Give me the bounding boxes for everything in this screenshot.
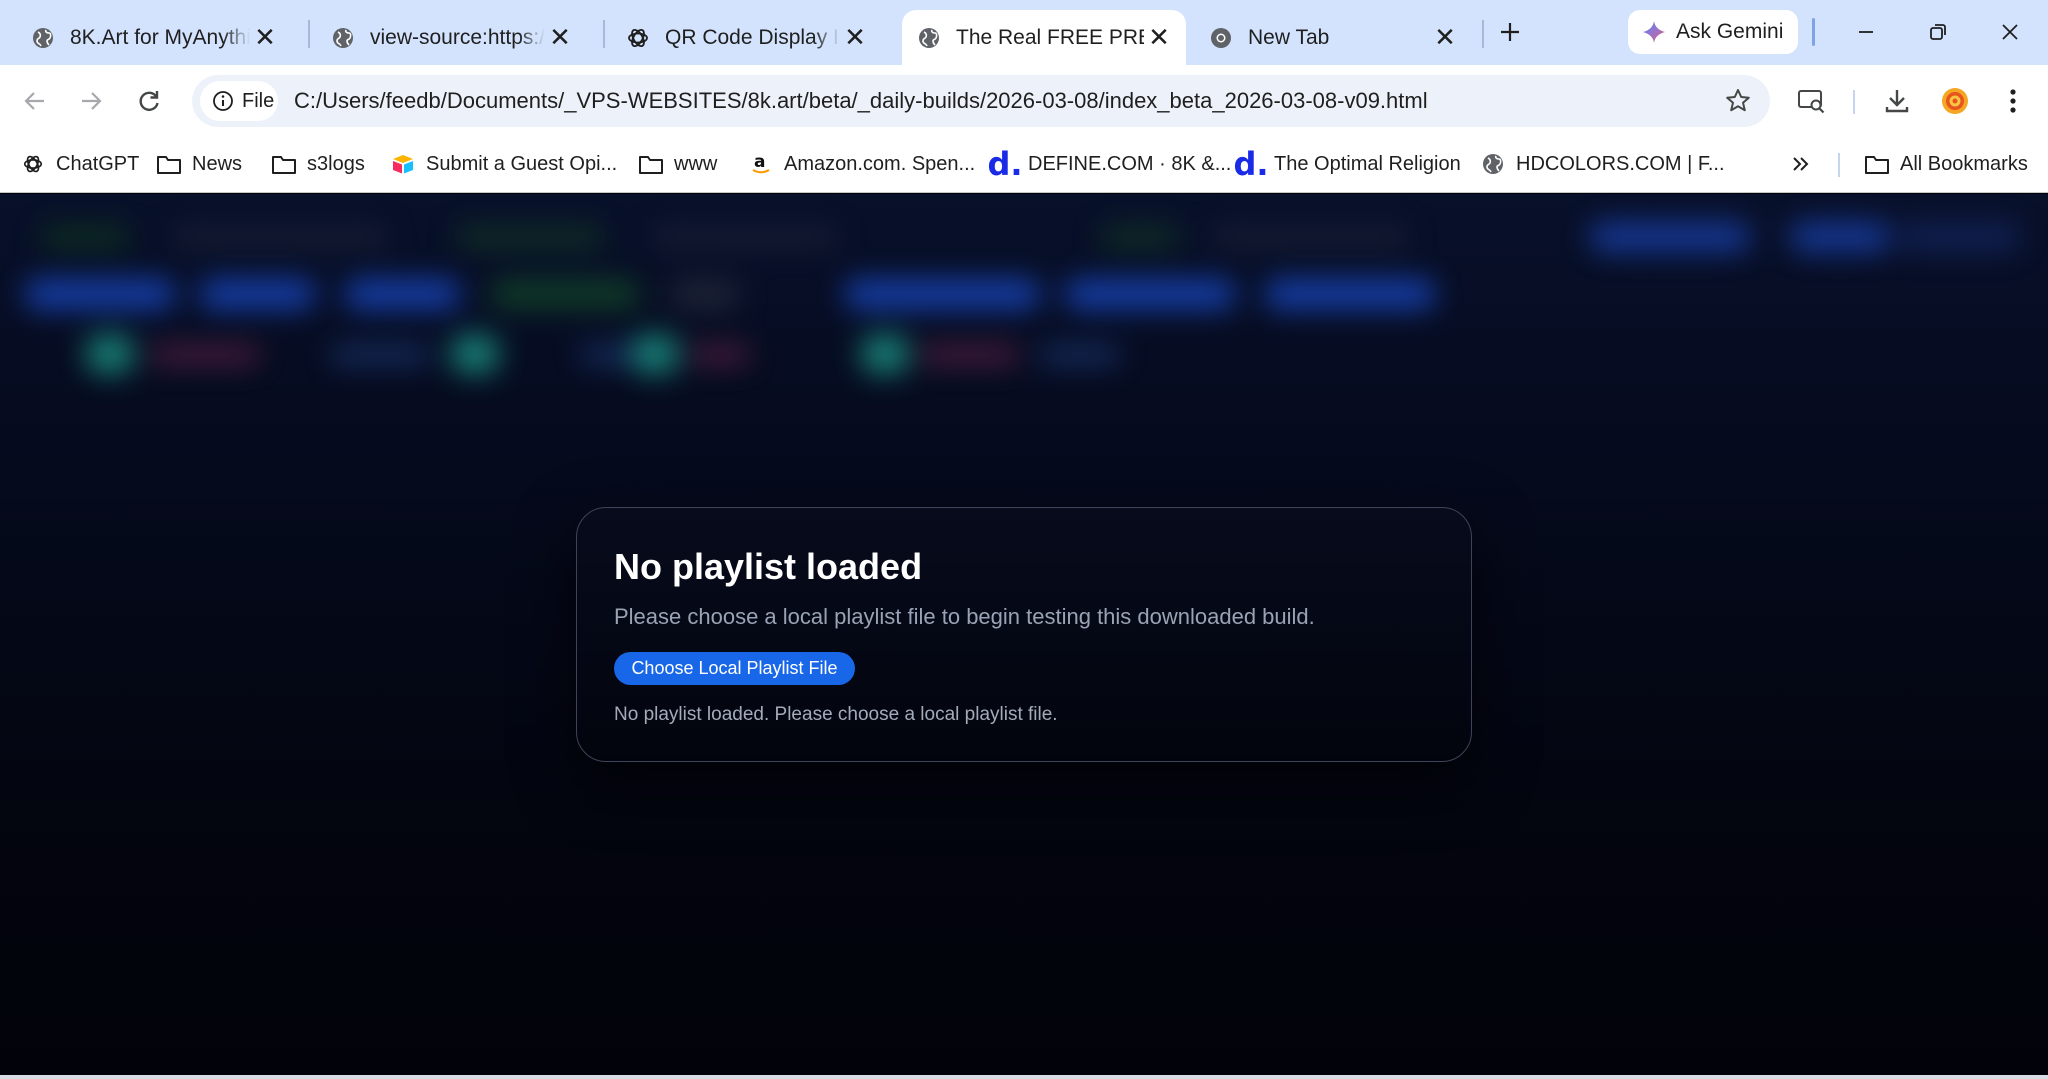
double-chevron-right-icon <box>1793 157 1809 171</box>
bookmark-folder-news[interactable]: News <box>156 146 242 182</box>
download-icon <box>1885 90 1909 113</box>
choose-playlist-button[interactable]: Choose Local Playlist File <box>614 652 855 685</box>
close-icon <box>2002 24 2018 40</box>
lens-search-button[interactable] <box>1792 82 1830 120</box>
more-bookmarks-button[interactable] <box>1790 146 1810 182</box>
bookmark-label: www <box>674 152 718 175</box>
window-bottom-edge <box>0 1075 2048 1079</box>
ask-gemini-button[interactable]: Ask Gemini <box>1628 10 1798 54</box>
site-info-chip[interactable]: File <box>200 81 278 121</box>
bookmark-define[interactable]: d. DEFINE.COM · 8K &... <box>987 145 1232 183</box>
tab-divider <box>1482 20 1484 48</box>
minimize-icon <box>1859 31 1873 33</box>
screen-search-icon <box>1798 90 1825 114</box>
close-icon[interactable]: ✕ <box>1430 22 1460 53</box>
tab-qr-code[interactable]: QR Code Display Issue ✕ <box>595 10 890 65</box>
address-bar[interactable]: File C:/Users/feedb/Documents/_VPS-WEBSI… <box>192 75 1770 127</box>
bookmark-folder-www[interactable]: www <box>638 146 717 182</box>
card-title: No playlist loaded <box>614 546 923 587</box>
scheme-label: File <box>242 89 275 112</box>
ask-gemini-label: Ask Gemini <box>1676 20 1784 43</box>
profile-avatar-icon <box>1942 88 1968 114</box>
tab-new-tab[interactable]: New Tab ✕ <box>1194 10 1480 65</box>
tab-title: New Tab <box>1248 25 1330 49</box>
divider <box>1812 18 1815 46</box>
browser-toolbar: File C:/Users/feedb/Documents/_VPS-WEBSI… <box>0 65 2048 136</box>
bookmark-hdcolors[interactable]: HDCOLORS.COM | F... <box>1480 146 1725 182</box>
folder-icon <box>156 151 182 177</box>
forward-button[interactable] <box>72 82 110 120</box>
close-icon[interactable]: ✕ <box>1144 22 1174 53</box>
bookmark-star-icon[interactable] <box>1724 87 1752 115</box>
chrome-icon <box>1208 25 1234 51</box>
bookmark-label: s3logs <box>307 152 365 175</box>
folder-icon <box>271 151 297 177</box>
folder-icon <box>638 151 664 177</box>
empty-playlist-card: No playlist loaded Please choose a local… <box>576 507 1472 762</box>
page-content: No playlist loaded Please choose a local… <box>0 194 2048 1075</box>
divider <box>1853 90 1855 114</box>
restore-button[interactable] <box>1914 10 1962 54</box>
plus-icon <box>1501 23 1519 41</box>
tab-free-press[interactable]: The Real FREE PRESS ✕ <box>902 10 1186 65</box>
bookmark-label: News <box>192 152 243 175</box>
close-icon[interactable]: ✕ <box>545 22 575 53</box>
tab-8kart[interactable]: 8K.Art for MyAnything ✕ <box>0 10 300 65</box>
blurred-background-ui <box>0 194 2048 454</box>
tab-strip: 8K.Art for MyAnything ✕ view-source:http… <box>0 0 2048 65</box>
tab-title: view-source:https://8k.art <box>370 25 545 49</box>
globe-icon <box>1480 151 1506 177</box>
close-icon[interactable]: ✕ <box>250 22 280 53</box>
new-tab-button[interactable] <box>1492 14 1528 50</box>
globe-icon <box>916 25 942 51</box>
airtable-icon <box>390 151 416 177</box>
bookmarks-bar: ChatGPT News s3logs Submit a Guest Opi..… <box>0 136 2048 193</box>
menu-button[interactable] <box>1994 82 2032 120</box>
forward-arrow-icon <box>82 92 102 110</box>
globe-icon <box>330 25 356 51</box>
tab-title: 8K.Art for MyAnything <box>70 25 250 49</box>
define-icon: d. <box>1233 145 1269 183</box>
define-icon: d. <box>987 145 1023 183</box>
back-arrow-icon <box>24 92 44 110</box>
bookmark-label: ChatGPT <box>56 152 140 175</box>
bookmark-label: The Optimal Religion <box>1274 152 1461 175</box>
globe-icon <box>30 25 56 51</box>
divider <box>1838 153 1840 177</box>
downloads-button[interactable] <box>1878 82 1916 120</box>
bookmark-label: DEFINE.COM · 8K &... <box>1028 152 1232 175</box>
close-window-button[interactable] <box>1986 10 2034 54</box>
chatgpt-icon <box>625 25 651 51</box>
all-bookmarks-label: All Bookmarks <box>1900 152 2028 175</box>
bookmark-amazon[interactable]: a Amazon.com. Spen... <box>748 146 975 182</box>
more-vertical-icon <box>2010 89 2016 113</box>
card-subtitle: Please choose a local playlist file to b… <box>614 604 1315 629</box>
reload-button[interactable] <box>130 82 168 120</box>
minimize-button[interactable] <box>1842 10 1890 54</box>
bookmark-folder-s3logs[interactable]: s3logs <box>271 146 365 182</box>
all-bookmarks-folder[interactable]: All Bookmarks <box>1864 146 2028 182</box>
chatgpt-icon <box>20 151 46 177</box>
info-icon <box>213 91 233 111</box>
amazon-icon: a <box>748 151 774 177</box>
reload-icon <box>139 91 159 111</box>
back-button[interactable] <box>16 82 54 120</box>
playlist-status-text: No playlist loaded. Please choose a loca… <box>614 704 1058 725</box>
profile-avatar[interactable] <box>1936 82 1974 120</box>
tab-title: The Real FREE PRESS <box>956 25 1144 49</box>
bookmark-label: Submit a Guest Opi... <box>426 152 618 175</box>
url-text[interactable]: C:/Users/feedb/Documents/_VPS-WEBSITES/8… <box>294 88 1428 114</box>
bookmark-label: Amazon.com. Spen... <box>784 152 976 175</box>
restore-icon <box>1930 24 1946 40</box>
tab-title: QR Code Display Issue <box>665 25 840 49</box>
bookmark-guest-opinion[interactable]: Submit a Guest Opi... <box>390 146 617 182</box>
tab-view-source[interactable]: view-source:https://8k.art ✕ <box>300 10 595 65</box>
gemini-star-icon <box>1643 21 1665 43</box>
svg-text:a: a <box>754 152 765 172</box>
bookmark-optimal-religion[interactable]: d. The Optimal Religion <box>1233 145 1461 183</box>
folder-icon <box>1864 151 1890 177</box>
close-icon[interactable]: ✕ <box>840 22 870 53</box>
bookmark-chatgpt[interactable]: ChatGPT <box>20 146 139 182</box>
bookmark-label: HDCOLORS.COM | F... <box>1516 152 1725 175</box>
